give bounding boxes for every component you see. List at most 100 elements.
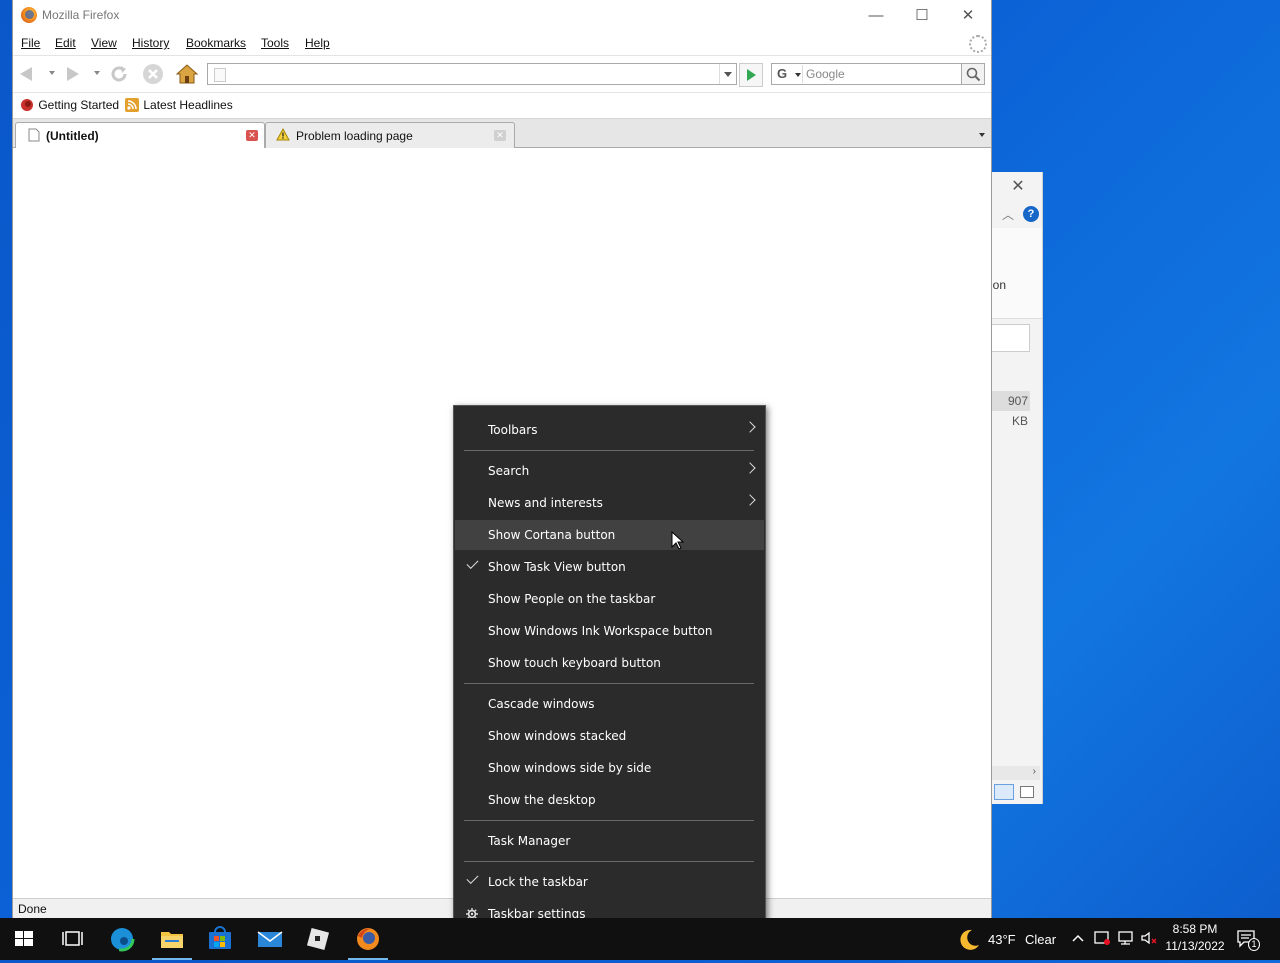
- details-view-icon[interactable]: [994, 784, 1014, 800]
- forward-button[interactable]: [61, 62, 85, 86]
- notification-count: 1: [1248, 938, 1260, 951]
- thumbnail-view-icon[interactable]: [1020, 786, 1034, 798]
- search-box[interactable]: G Google: [771, 63, 963, 85]
- menu-item-lock-taskbar[interactable]: Lock the taskbar: [455, 867, 764, 897]
- bookmark-getting-started[interactable]: Getting Started: [19, 98, 119, 112]
- edge-button[interactable]: [98, 918, 146, 960]
- menu-history[interactable]: History: [132, 36, 169, 50]
- menu-tools[interactable]: Tools: [261, 36, 289, 50]
- menu-item-show-desktop[interactable]: Show the desktop: [455, 785, 764, 815]
- help-icon[interactable]: ?: [1023, 206, 1039, 222]
- url-dropdown-button[interactable]: [719, 64, 736, 84]
- bookmarks-toolbar: Getting Started Latest Headlines: [13, 93, 991, 119]
- menu-item-cascade-windows[interactable]: Cascade windows: [455, 689, 764, 719]
- close-tab-icon[interactable]: ✕: [494, 130, 506, 141]
- menu-separator: [464, 861, 754, 862]
- menu-item-search[interactable]: Search: [455, 456, 764, 486]
- chevron-right-icon: [744, 494, 756, 506]
- menu-separator: [464, 683, 754, 684]
- scroll-right-icon[interactable]: ›: [1033, 766, 1036, 777]
- back-dropdown-icon[interactable]: [49, 71, 55, 75]
- search-engine-selector[interactable]: G: [774, 65, 803, 83]
- menu-view[interactable]: View: [91, 36, 117, 50]
- menu-item-show-ink-workspace[interactable]: Show Windows Ink Workspace button: [455, 616, 764, 646]
- stop-button[interactable]: [141, 62, 165, 86]
- maximize-button[interactable]: ☐: [899, 0, 945, 31]
- throbber-icon: [969, 35, 987, 53]
- weather-temperature[interactable]: 43°F: [988, 932, 1016, 947]
- checkmark-icon: [466, 871, 479, 885]
- task-view-button[interactable]: [48, 918, 96, 960]
- chevron-right-icon: [744, 421, 756, 433]
- menu-item-show-cortana-button[interactable]: Show Cortana button: [455, 520, 764, 550]
- home-button[interactable]: [175, 62, 199, 86]
- firefox-taskbar-button[interactable]: [344, 918, 392, 960]
- horizontal-scrollbar[interactable]: ›: [990, 766, 1040, 780]
- folder-icon: [161, 932, 183, 948]
- mail-button[interactable]: [246, 918, 294, 960]
- tab-label: Problem loading page: [296, 129, 413, 143]
- menu-item-show-task-view-button[interactable]: Show Task View button: [455, 552, 764, 582]
- weather-description[interactable]: Clear: [1025, 932, 1056, 947]
- menu-item-task-manager[interactable]: Task Manager: [455, 826, 764, 856]
- app-button[interactable]: [294, 918, 342, 960]
- rss-feed-icon: [125, 98, 139, 112]
- menu-separator: [464, 450, 754, 451]
- menu-help[interactable]: Help: [305, 36, 330, 50]
- store-button[interactable]: [196, 918, 244, 960]
- mail-icon: [257, 931, 283, 947]
- security-icon[interactable]: [1094, 930, 1112, 946]
- navigation-toolbar: G Google: [13, 56, 991, 93]
- menu-separator: [464, 820, 754, 821]
- mouse-cursor-icon: [671, 531, 685, 550]
- clock[interactable]: 8:58 PM 11/13/2022: [1160, 921, 1230, 955]
- close-icon[interactable]: ✕: [1008, 178, 1028, 196]
- status-text: Done: [18, 902, 47, 916]
- minimize-button[interactable]: —: [853, 0, 899, 31]
- google-icon: G: [777, 66, 788, 81]
- start-button[interactable]: [0, 918, 48, 960]
- menu-file[interactable]: File: [21, 36, 40, 50]
- bookmark-latest-headlines[interactable]: Latest Headlines: [125, 98, 233, 112]
- menu-item-news-and-interests[interactable]: News and interests: [455, 488, 764, 518]
- go-button[interactable]: [739, 63, 763, 87]
- chevron-up-icon[interactable]: [1071, 932, 1085, 944]
- firefox-bookmark-icon: [21, 99, 33, 111]
- moon-weather-icon[interactable]: [956, 927, 982, 951]
- menu-item-show-people[interactable]: Show People on the taskbar: [455, 584, 764, 614]
- notification-center-button[interactable]: 1: [1236, 928, 1260, 951]
- ribbon: [990, 228, 1042, 319]
- background-window[interactable]: ✕ ︿ ? ion 907 KB ›: [990, 172, 1043, 804]
- chevron-up-icon[interactable]: ︿: [1002, 206, 1014, 223]
- window-title: Mozilla Firefox: [42, 8, 120, 22]
- tab-untitled[interactable]: (Untitled) ✕: [15, 122, 265, 148]
- menu-item-show-windows-stacked[interactable]: Show windows stacked: [455, 721, 764, 751]
- menu-bookmarks[interactable]: Bookmarks: [186, 36, 246, 50]
- volume-muted-icon[interactable]: [1140, 930, 1160, 946]
- app-icon: [306, 927, 330, 951]
- firefox-icon: [357, 928, 379, 950]
- menu-item-show-touch-keyboard[interactable]: Show touch keyboard button: [455, 648, 764, 678]
- search-button[interactable]: [961, 63, 985, 85]
- url-bar[interactable]: [207, 63, 737, 85]
- menu-edit[interactable]: Edit: [55, 36, 76, 50]
- clock-time: 8:58 PM: [1172, 922, 1218, 936]
- firefox-icon: [21, 7, 37, 23]
- forward-dropdown-icon[interactable]: [94, 71, 100, 75]
- chevron-right-icon: [744, 462, 756, 474]
- close-button[interactable]: ✕: [945, 0, 991, 31]
- file-explorer-button[interactable]: [148, 918, 196, 960]
- partial-label: ion: [990, 278, 1007, 292]
- back-button[interactable]: [17, 62, 41, 86]
- tab-list-dropdown[interactable]: [973, 122, 991, 146]
- tab-problem-loading[interactable]: Problem loading page ✕: [265, 122, 515, 148]
- search-field[interactable]: [990, 324, 1030, 352]
- menu-item-toolbars[interactable]: Toolbars: [455, 415, 764, 445]
- menu-item-show-windows-side-by-side[interactable]: Show windows side by side: [455, 753, 764, 783]
- title-bar[interactable]: Mozilla Firefox — ☐ ✕: [13, 0, 991, 31]
- network-icon[interactable]: [1117, 930, 1135, 946]
- reload-button[interactable]: [107, 62, 131, 86]
- close-tab-icon[interactable]: ✕: [246, 130, 258, 141]
- taskbar-context-menu: Toolbars Search News and interests Show …: [453, 405, 766, 939]
- store-icon: [209, 926, 231, 949]
